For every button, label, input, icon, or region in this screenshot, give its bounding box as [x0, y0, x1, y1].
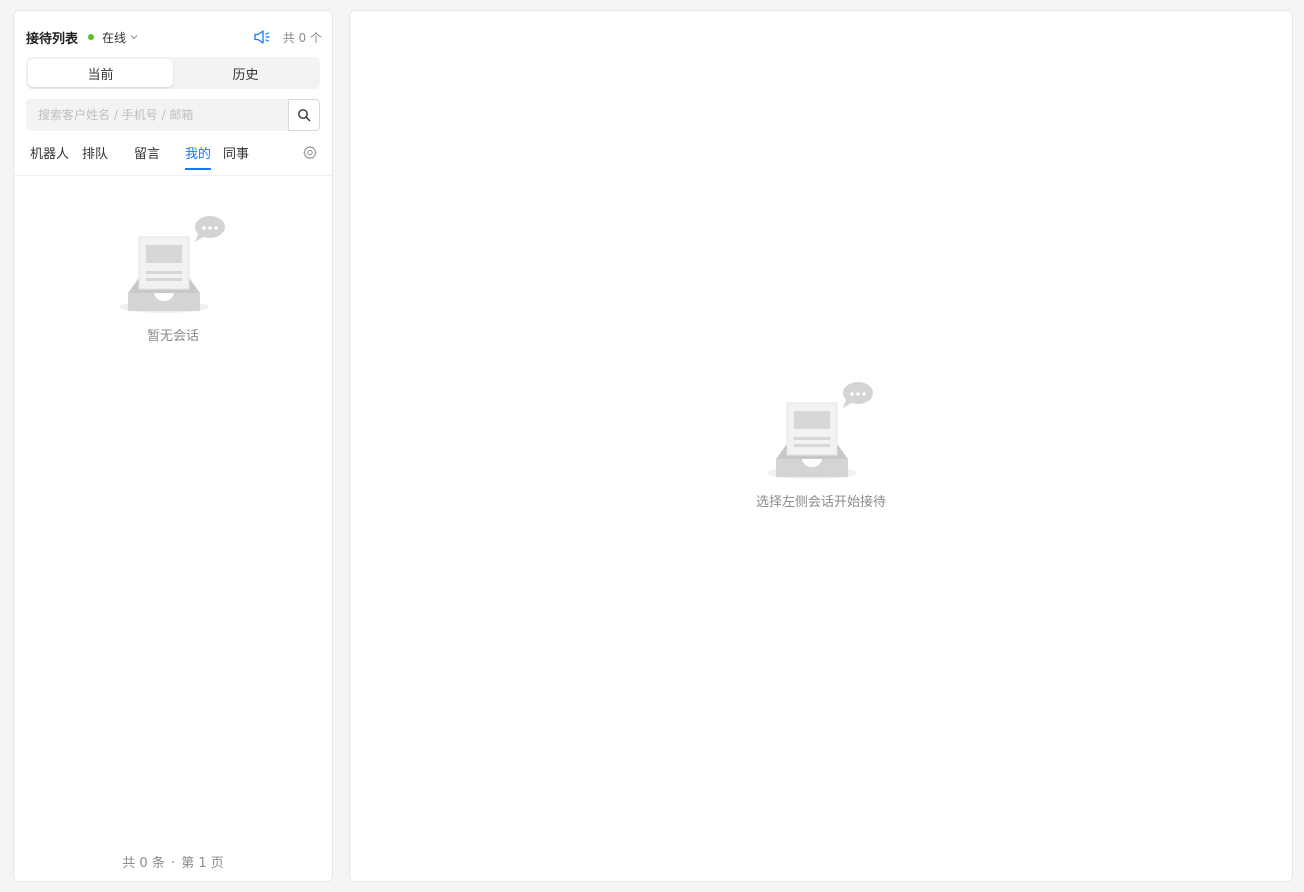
empty-inbox-icon [119, 216, 225, 313]
tab-current[interactable]: 当前 [28, 59, 173, 87]
empty-state-text: 暂无会话 [146, 329, 199, 344]
reception-list-header: 接待列表 在线 共 0 个 [26, 25, 322, 49]
empty-conversations: 暂无会话 [118, 215, 228, 344]
search-bar [26, 99, 320, 131]
tab-history[interactable]: 历史 [173, 59, 318, 87]
panel-title: 接待列表 [26, 31, 79, 47]
chevron-down-icon [129, 32, 139, 42]
sound-notification-icon[interactable] [253, 29, 271, 45]
search-icon [298, 109, 311, 122]
filter-tab-queue[interactable]: 排队 [82, 143, 108, 168]
reception-list-panel: 接待列表 在线 共 0 个 当前 历史 搜索客户姓名 / 手机号 / 邮箱 机器… [13, 10, 333, 882]
pagination-summary: 共 0 条 · 第 1 页 [14, 852, 332, 871]
online-status-dot [88, 34, 95, 40]
search-button[interactable] [288, 99, 320, 131]
footer-separator: · [170, 856, 176, 871]
search-input[interactable] [26, 99, 288, 131]
gear-icon[interactable] [302, 145, 318, 161]
conversation-filter-tabs: 机器人 排队 留言 我的 同事 [14, 139, 332, 176]
filter-tab-mine[interactable]: 我的 [185, 143, 212, 170]
total-count: 共 0 个 [282, 30, 322, 45]
conversation-panel: 选择左侧会话开始接待 [349, 10, 1293, 882]
status-label: 在线 [102, 30, 127, 45]
empty-inbox-icon [767, 382, 873, 479]
filter-tab-messages[interactable]: 留言 [134, 143, 160, 168]
current-history-toggle: 当前 历史 [26, 57, 320, 89]
current-page: 第 1 页 [181, 856, 224, 871]
filter-tab-robot[interactable]: 机器人 [30, 143, 69, 168]
status-dropdown[interactable]: 在线 [88, 29, 139, 46]
empty-state-text: 选择左侧会话开始接待 [755, 495, 886, 510]
filter-tab-colleagues[interactable]: 同事 [223, 143, 249, 168]
total-records: 共 0 条 [122, 856, 165, 871]
no-conversation-selected: 选择左侧会话开始接待 [746, 381, 896, 510]
